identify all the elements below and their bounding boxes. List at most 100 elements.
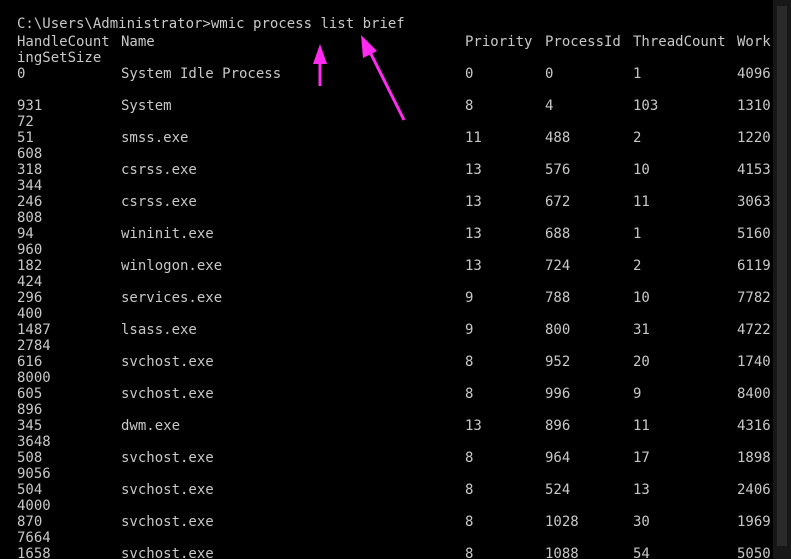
workingsetsize-cell: 4153 xyxy=(737,162,771,178)
workingsetsize-wrap-cell: 960 xyxy=(17,242,43,258)
workingsetsize-cell: 1969 xyxy=(737,514,771,530)
workingsetsize-cell: 4316 xyxy=(737,418,771,434)
header-handlecount: HandleCount xyxy=(17,34,110,50)
priority-cell: 8 xyxy=(465,98,474,114)
workingsetsize-cell: 5160 xyxy=(737,226,771,242)
priority-cell: 13 xyxy=(465,194,482,210)
threadcount-cell: 31 xyxy=(633,322,650,338)
priority-cell: 13 xyxy=(465,418,482,434)
handlecount-cell: 508 xyxy=(17,450,43,466)
workingsetsize-cell: 1310 xyxy=(737,98,771,114)
priority-cell: 13 xyxy=(465,258,482,274)
handlecount-cell: 1487 xyxy=(17,322,51,338)
handlecount-cell: 870 xyxy=(17,514,43,530)
threadcount-cell: 13 xyxy=(633,482,650,498)
threadcount-cell: 30 xyxy=(633,514,650,530)
process-name-cell: svchost.exe xyxy=(121,354,214,370)
workingsetsize-cell: 2406 xyxy=(737,482,771,498)
processid-cell: 788 xyxy=(545,290,571,306)
processid-cell: 724 xyxy=(545,258,571,274)
threadcount-cell: 10 xyxy=(633,290,650,306)
handlecount-cell: 931 xyxy=(17,98,43,114)
workingsetsize-wrap-cell: 3648 xyxy=(17,434,51,450)
arrow-up-icon xyxy=(313,44,327,86)
handlecount-cell: 616 xyxy=(17,354,43,370)
scrollbar-thumb[interactable] xyxy=(777,6,787,546)
workingsetsize-cell: 1220 xyxy=(737,130,771,146)
processid-cell: 1088 xyxy=(545,546,579,559)
header-threadcount: ThreadCount xyxy=(633,34,726,50)
process-name-cell: System Idle Process xyxy=(121,66,282,82)
processid-cell: 0 xyxy=(545,66,554,82)
process-name-cell: System xyxy=(121,98,172,114)
workingsetsize-wrap-cell: 896 xyxy=(17,402,43,418)
annotation-arrows xyxy=(313,35,406,121)
process-name-cell: smss.exe xyxy=(121,130,189,146)
priority-cell: 8 xyxy=(465,386,474,402)
handlecount-cell: 345 xyxy=(17,418,43,434)
header-workingsetsize: Work xyxy=(737,34,771,50)
workingsetsize-cell: 6119 xyxy=(737,258,771,274)
priority-cell: 11 xyxy=(465,130,482,146)
priority-cell: 8 xyxy=(465,450,474,466)
workingsetsize-wrap-cell: 8000 xyxy=(17,370,51,386)
priority-cell: 8 xyxy=(465,546,474,559)
console-window[interactable]: C:\Users\Administrator>wmic process list… xyxy=(0,0,773,559)
process-name-cell: svchost.exe xyxy=(121,546,214,559)
workingsetsize-cell: 3063 xyxy=(737,194,771,210)
workingsetsize-wrap-cell: 72 xyxy=(17,114,34,130)
threadcount-cell: 20 xyxy=(633,354,650,370)
processid-cell: 964 xyxy=(545,450,571,466)
handlecount-cell: 504 xyxy=(17,482,43,498)
prompt-text: C:\Users\Administrator> xyxy=(17,16,211,32)
workingsetsize-wrap-cell: 808 xyxy=(17,210,43,226)
workingsetsize-wrap-cell: 7664 xyxy=(17,530,51,546)
handlecount-cell: 94 xyxy=(17,226,34,242)
arrow-diagonal-icon xyxy=(361,35,406,121)
process-name-cell: lsass.exe xyxy=(121,322,197,338)
threadcount-cell: 11 xyxy=(633,418,650,434)
processid-cell: 688 xyxy=(545,226,571,242)
processid-cell: 996 xyxy=(545,386,571,402)
processid-cell: 672 xyxy=(545,194,571,210)
command-text: wmic process list brief xyxy=(210,16,405,32)
process-name-cell: winlogon.exe xyxy=(121,258,223,274)
priority-cell: 9 xyxy=(465,290,474,306)
workingsetsize-wrap-cell: 344 xyxy=(17,178,43,194)
handlecount-cell: 182 xyxy=(17,258,43,274)
priority-cell: 9 xyxy=(465,322,474,338)
workingsetsize-cell: 1898 xyxy=(737,450,771,466)
workingsetsize-cell: 1740 xyxy=(737,354,771,370)
process-name-cell: services.exe xyxy=(121,290,223,306)
process-name-cell: wininit.exe xyxy=(121,226,214,242)
workingsetsize-wrap-cell: 9056 xyxy=(17,466,51,482)
threadcount-cell: 103 xyxy=(633,98,659,114)
priority-cell: 8 xyxy=(465,514,474,530)
process-name-cell: csrss.exe xyxy=(121,194,197,210)
workingsetsize-cell: 4722 xyxy=(737,322,771,338)
handlecount-cell: 605 xyxy=(17,386,43,402)
priority-cell: 13 xyxy=(465,226,482,242)
processid-cell: 524 xyxy=(545,482,571,498)
workingsetsize-cell: 5050 xyxy=(737,546,771,559)
threadcount-cell: 17 xyxy=(633,450,650,466)
processid-cell: 1028 xyxy=(545,514,579,530)
handlecount-cell: 246 xyxy=(17,194,43,210)
workingsetsize-cell: 8400 xyxy=(737,386,771,402)
command-line: C:\Users\Administrator>wmic process list… xyxy=(17,16,405,32)
workingsetsize-wrap-cell: 400 xyxy=(17,306,43,322)
vertical-scrollbar[interactable] xyxy=(773,0,791,559)
processid-cell: 952 xyxy=(545,354,571,370)
threadcount-cell: 9 xyxy=(633,386,642,402)
priority-cell: 0 xyxy=(465,66,474,82)
process-name-cell: svchost.exe xyxy=(121,386,214,402)
processid-cell: 4 xyxy=(545,98,554,114)
threadcount-cell: 1 xyxy=(633,226,642,242)
handlecount-cell: 1658 xyxy=(17,546,51,559)
threadcount-cell: 10 xyxy=(633,162,650,178)
header-priority: Priority xyxy=(465,34,533,50)
threadcount-cell: 11 xyxy=(633,194,650,210)
handlecount-cell: 0 xyxy=(17,66,26,82)
priority-cell: 13 xyxy=(465,162,482,178)
process-name-cell: dwm.exe xyxy=(121,418,181,434)
